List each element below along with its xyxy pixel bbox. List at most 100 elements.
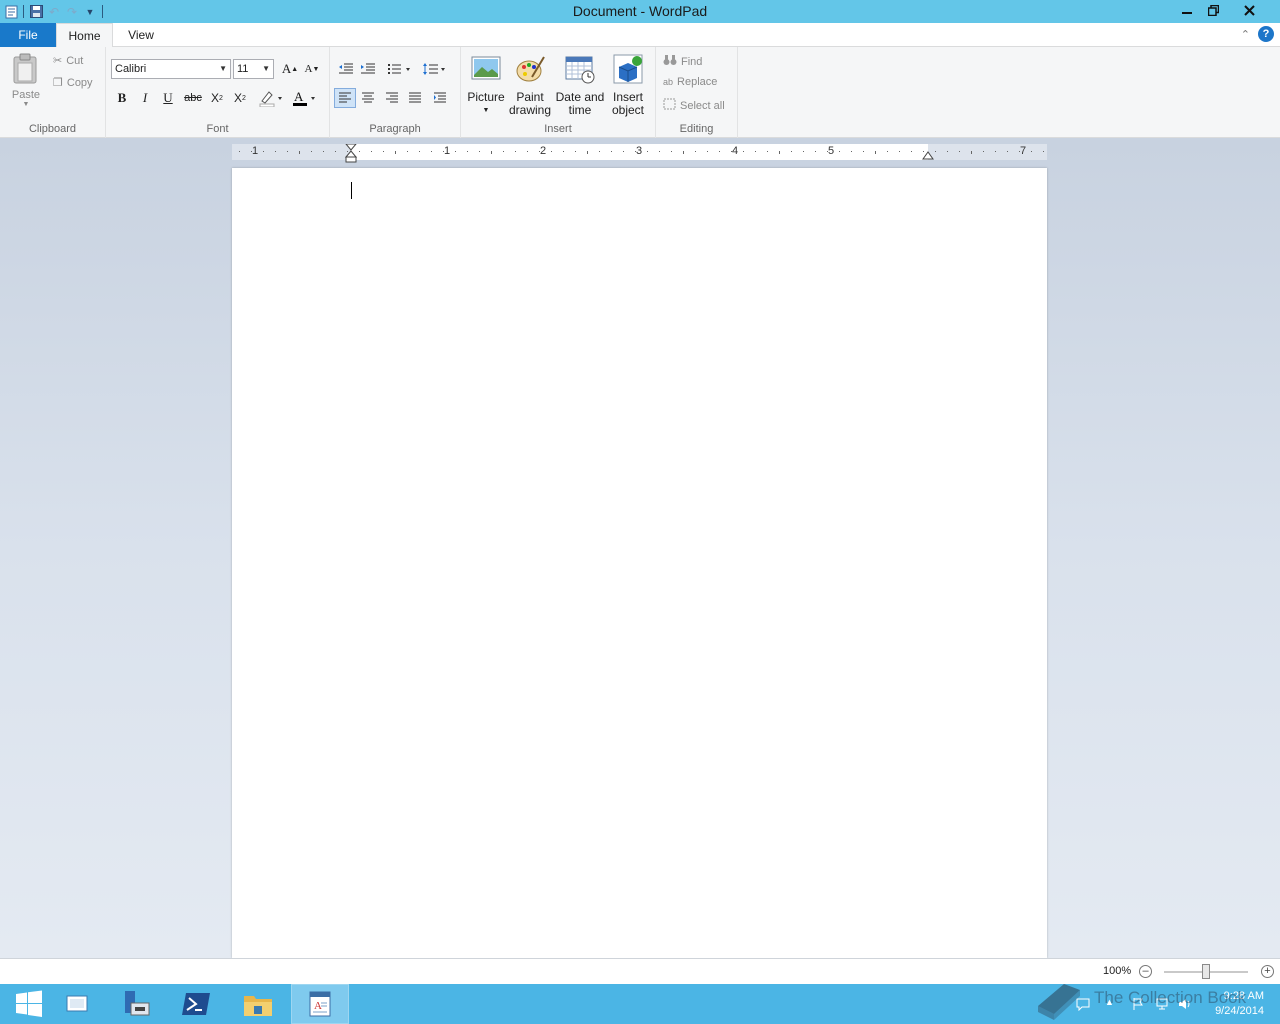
paste-button[interactable]: Paste ▼ xyxy=(8,53,44,108)
tab-view[interactable]: View xyxy=(113,23,169,47)
shrink-font-icon[interactable]: A ▼ xyxy=(301,59,323,79)
ruler[interactable]: 1 1 2 3 4 5 7 xyxy=(232,144,1047,163)
select-all-button[interactable]: Select all xyxy=(663,98,725,113)
replace-button[interactable]: ab Replace xyxy=(663,76,717,88)
font-group-label: Font xyxy=(206,123,229,135)
insert-group: Picture ▼ Paint drawing Date and time In… xyxy=(461,47,656,138)
align-left-icon[interactable] xyxy=(334,88,356,108)
tab-home[interactable]: Home xyxy=(56,23,113,48)
clipboard-group-label: Clipboard xyxy=(28,123,77,135)
ruler-tick xyxy=(803,151,804,152)
wordpad-icon: A xyxy=(309,991,331,1017)
increase-indent-icon[interactable] xyxy=(357,59,379,79)
picture-label: Picture xyxy=(467,90,505,104)
font-family-combo[interactable]: Calibri ▼ xyxy=(111,59,231,79)
ruler-tick xyxy=(647,151,648,152)
insert-group-label: Insert xyxy=(544,123,572,135)
bold-icon[interactable]: B xyxy=(111,88,133,108)
ruler-tick xyxy=(407,151,408,152)
date-time-label-2: time xyxy=(568,103,592,117)
align-right-icon[interactable] xyxy=(381,88,403,108)
restore-icon[interactable] xyxy=(1200,0,1227,20)
date-time-button[interactable]: Date and time xyxy=(554,53,606,117)
ruler-tick xyxy=(275,151,276,152)
ruler-tick xyxy=(983,151,984,152)
ribbon: Paste ▼ ✂ Cut ❐ Copy Clipboard Calibri ▼… xyxy=(0,47,1280,138)
copy-button[interactable]: ❐ Copy xyxy=(53,76,93,90)
picture-button[interactable]: Picture ▼ xyxy=(466,53,506,117)
paragraph-settings-icon[interactable] xyxy=(429,88,451,108)
ruler-tick xyxy=(635,151,636,152)
volume-icon[interactable] xyxy=(1178,997,1192,1011)
paragraph-group: Paragraph xyxy=(330,47,461,138)
window-title: Document - WordPad xyxy=(572,3,708,19)
ruler-tick xyxy=(515,151,516,152)
ruler-tick xyxy=(827,151,828,152)
ruler-tick xyxy=(995,151,996,152)
show-hidden-icons-icon[interactable]: ▲ xyxy=(1105,997,1119,1011)
superscript-icon[interactable]: X2 xyxy=(229,88,251,108)
underline-icon[interactable]: U xyxy=(157,88,179,108)
highlight-color-icon[interactable] xyxy=(256,88,286,108)
zoom-in-icon[interactable]: + xyxy=(1261,965,1274,978)
picture-dropdown-icon[interactable]: ▼ xyxy=(466,104,506,117)
ruler-tick xyxy=(695,151,696,152)
font-size-combo[interactable]: 11 ▼ xyxy=(233,59,274,79)
minimize-icon[interactable] xyxy=(1173,0,1200,20)
cut-button[interactable]: ✂ Cut xyxy=(53,54,83,68)
calendar-clock-icon xyxy=(565,56,595,84)
italic-icon[interactable]: I xyxy=(134,88,156,108)
clock[interactable]: 9:28 AM 9/24/2014 xyxy=(1215,989,1264,1019)
zoom-out-icon[interactable]: – xyxy=(1139,965,1152,978)
network-icon[interactable] xyxy=(1155,997,1169,1011)
server-manager-icon xyxy=(125,991,150,1016)
ruler-tick xyxy=(1031,151,1032,152)
zoom-level[interactable]: 100% xyxy=(1103,965,1131,977)
minimize-ribbon-icon[interactable]: ⌃ xyxy=(1241,28,1250,41)
server-manager-button[interactable] xyxy=(106,984,164,1024)
ruler-tick xyxy=(947,151,948,152)
justify-icon[interactable] xyxy=(404,88,426,108)
paint-drawing-button[interactable]: Paint drawing xyxy=(508,53,552,117)
document-page[interactable] xyxy=(232,168,1047,958)
paste-dropdown-icon[interactable]: ▼ xyxy=(8,101,44,108)
font-family-value: Calibri xyxy=(115,63,147,75)
font-color-icon[interactable]: A xyxy=(289,88,319,108)
left-indent-marker[interactable] xyxy=(345,144,357,164)
ruler-tick xyxy=(935,151,936,152)
powershell-button[interactable] xyxy=(168,984,226,1024)
ruler-tick xyxy=(743,151,744,152)
ruler-tick xyxy=(431,151,432,152)
find-button[interactable]: Find xyxy=(663,54,702,69)
insert-object-button[interactable]: Insert object xyxy=(608,53,648,117)
strikethrough-icon[interactable]: abc xyxy=(182,88,204,108)
tab-file[interactable]: File xyxy=(0,23,56,47)
flag-icon[interactable] xyxy=(1131,997,1145,1011)
ruler-tick xyxy=(623,151,624,152)
align-center-icon[interactable] xyxy=(357,88,379,108)
ruler-tick xyxy=(251,151,252,152)
action-center-icon[interactable] xyxy=(1076,997,1090,1011)
ruler-tick xyxy=(311,151,312,152)
grow-font-icon[interactable]: A ▲ xyxy=(279,59,301,79)
line-spacing-icon[interactable] xyxy=(420,59,450,79)
ruler-tick xyxy=(383,151,384,152)
subscript-icon[interactable]: X2 xyxy=(206,88,228,108)
ruler-tick xyxy=(815,151,816,152)
wordpad-taskbar-button[interactable]: A xyxy=(291,984,349,1024)
close-icon[interactable] xyxy=(1227,0,1272,20)
ruler-tick xyxy=(527,151,528,152)
decrease-indent-icon[interactable] xyxy=(335,59,357,79)
ruler-tick xyxy=(335,151,336,152)
ruler-tick xyxy=(443,151,444,152)
right-indent-marker[interactable] xyxy=(922,148,934,160)
bullet-list-icon[interactable] xyxy=(385,59,415,79)
find-label: Find xyxy=(681,55,703,68)
ruler-tick xyxy=(875,151,876,154)
paragraph-group-label: Paragraph xyxy=(369,123,421,135)
ruler-tick xyxy=(563,151,564,152)
zoom-slider-thumb[interactable] xyxy=(1202,964,1210,979)
task-view-button[interactable] xyxy=(48,984,106,1024)
file-explorer-button[interactable] xyxy=(229,984,287,1024)
help-icon[interactable]: ? xyxy=(1258,26,1274,42)
